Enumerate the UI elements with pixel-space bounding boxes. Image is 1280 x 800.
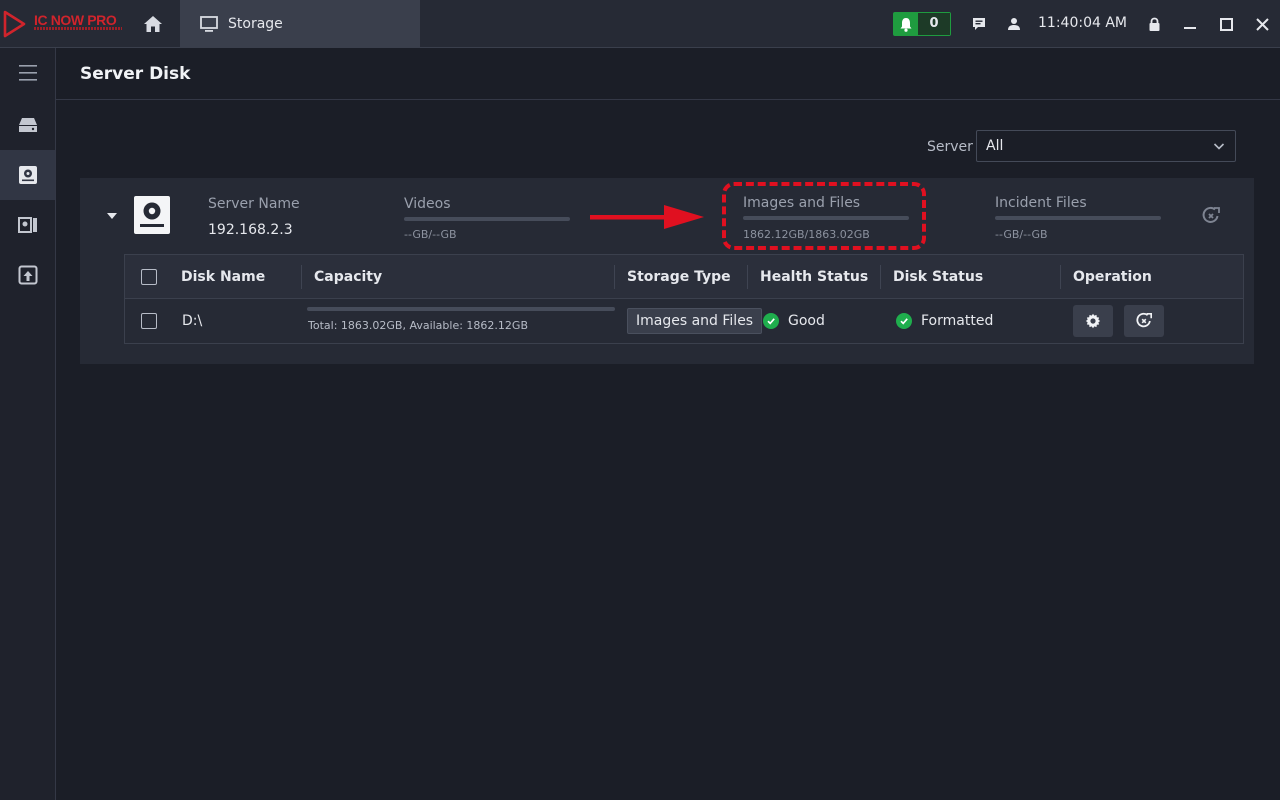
lock-icon <box>1149 17 1159 31</box>
monitor-icon <box>200 16 218 32</box>
column-operation: Operation <box>1073 269 1152 285</box>
server-select-value: All <box>986 138 1004 154</box>
sidebar-menu-toggle[interactable] <box>0 48 55 98</box>
logo-play-icon <box>3 10 26 38</box>
home-button[interactable] <box>126 0 180 48</box>
incident-files-usage-bar <box>995 216 1161 220</box>
sidebar-item-servers[interactable] <box>0 100 55 150</box>
lock-button[interactable] <box>1144 14 1164 34</box>
server-name-value: 192.168.2.3 <box>208 222 293 238</box>
tab-storage[interactable]: Storage <box>180 0 420 48</box>
check-icon <box>896 313 912 329</box>
server-select[interactable]: All <box>976 130 1236 162</box>
server-panel: Server Name 192.168.2.3 Videos --GB/--GB… <box>80 178 1254 364</box>
disk-status-text: Formatted <box>921 313 994 329</box>
table-row: D:\ Total: 1863.02GB, Available: 1862.12… <box>125 299 1243 343</box>
row-checkbox[interactable] <box>141 313 157 329</box>
hamburger-icon <box>18 65 37 81</box>
sidebar <box>0 48 56 800</box>
images-files-label: Images and Files <box>743 195 861 211</box>
maximize-icon <box>1219 17 1233 31</box>
table-header: Disk Name Capacity Storage Type Health S… <box>125 255 1243 299</box>
title-bar: IC NOW PRO Storage 0 11:40:04 AM <box>0 0 1280 48</box>
close-icon <box>1255 17 1269 31</box>
minimize-icon <box>1184 27 1196 29</box>
message-icon <box>973 18 985 30</box>
images-files-usage-text: 1862.12GB/1863.02GB <box>743 228 870 241</box>
clean-disk-icon <box>1136 312 1153 328</box>
health-status-text: Good <box>788 313 825 329</box>
column-disk-name: Disk Name <box>181 269 266 285</box>
upload-icon <box>18 265 37 285</box>
disk-settings-button[interactable] <box>1073 305 1113 337</box>
disk-status: Formatted <box>896 299 993 343</box>
logo-tagline <box>34 27 122 30</box>
header-divider <box>56 99 1280 100</box>
gear-icon <box>1085 313 1101 329</box>
incident-files-label: Incident Files <box>995 195 1087 211</box>
clean-disk-icon[interactable] <box>1201 206 1221 226</box>
disk-name-cell: D:\ <box>182 313 203 329</box>
disk-icon <box>18 166 37 184</box>
maximize-button[interactable] <box>1216 14 1236 34</box>
tab-storage-label: Storage <box>228 16 283 32</box>
health-status: Good <box>763 299 825 343</box>
videos-usage-bar <box>404 217 570 221</box>
capacity-bar <box>307 307 615 311</box>
notification-button[interactable]: 0 <box>893 12 951 36</box>
column-storage-type: Storage Type <box>627 269 731 285</box>
chevron-down-icon <box>1213 143 1225 150</box>
red-arrow-annotation <box>590 205 704 229</box>
bell-icon <box>894 13 918 35</box>
disk-table: Disk Name Capacity Storage Type Health S… <box>124 254 1244 344</box>
home-icon <box>144 16 162 32</box>
check-icon <box>763 313 779 329</box>
column-disk-status: Disk Status <box>893 269 984 285</box>
videos-label: Videos <box>404 196 451 212</box>
user-icon <box>1008 18 1020 30</box>
sidebar-item-storage-devices[interactable] <box>0 200 55 250</box>
app-logo: IC NOW PRO <box>0 0 126 48</box>
notification-count: 0 <box>918 13 950 35</box>
clock: 11:40:04 AM <box>1038 15 1127 31</box>
minimize-button[interactable] <box>1180 14 1200 34</box>
message-button[interactable] <box>969 14 989 34</box>
server-name-label: Server Name <box>208 196 300 212</box>
server-disk-icon <box>134 196 170 234</box>
sidebar-item-backup[interactable] <box>0 250 55 300</box>
select-all-checkbox[interactable] <box>141 269 157 285</box>
disk-clean-button[interactable] <box>1124 305 1164 337</box>
device-icon <box>17 217 37 233</box>
collapse-caret-icon[interactable] <box>107 212 117 220</box>
incident-files-usage-text: --GB/--GB <box>995 228 1048 241</box>
page-title: Server Disk <box>80 64 191 84</box>
column-capacity: Capacity <box>314 269 383 285</box>
user-button[interactable] <box>1004 14 1024 34</box>
sidebar-item-server-disk[interactable] <box>0 150 55 200</box>
server-filter-label: Server <box>927 139 973 155</box>
images-files-usage-bar <box>743 216 909 220</box>
storage-type-tag: Images and Files <box>627 308 763 334</box>
logo-text: IC NOW PRO <box>34 12 117 28</box>
column-health-status: Health Status <box>760 269 869 285</box>
server-stack-icon <box>18 118 37 132</box>
videos-usage-text: --GB/--GB <box>404 228 457 241</box>
close-button[interactable] <box>1252 14 1272 34</box>
capacity-text: Total: 1863.02GB, Available: 1862.12GB <box>308 319 528 332</box>
